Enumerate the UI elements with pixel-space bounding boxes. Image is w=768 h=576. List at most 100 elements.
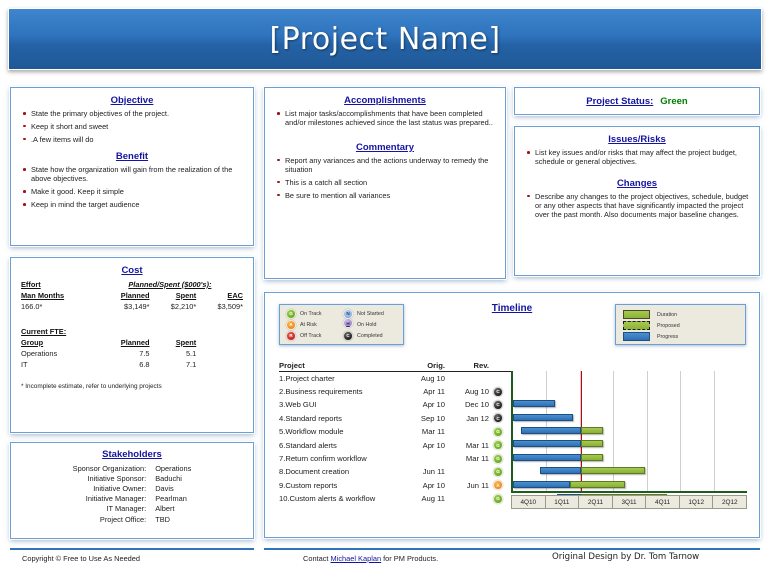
progress-swatch-icon (623, 332, 650, 341)
table-row: 2.Business requirements Apr 11 Aug 10 C (279, 385, 511, 398)
on-hold-icon: H (343, 318, 353, 328)
changes-list: Describe any changes to the project obje… (521, 192, 753, 220)
fte-col-spent: Spent (175, 338, 197, 347)
contact-suffix: for PM Products. (381, 554, 439, 563)
table-row: Project Office: TBD (73, 514, 192, 524)
fte-label: Current FTE: (21, 327, 67, 336)
project-status-icon-cell: G (489, 493, 511, 504)
gantt-bar (580, 467, 646, 475)
cost-footnote: * Incomplete estimate, refer to underlyi… (21, 383, 162, 390)
project-name: 8.Document creation (279, 467, 350, 477)
list-item: This is a catch all section (277, 178, 495, 187)
status-report-page: [Project Name] Objective State the prima… (0, 0, 768, 576)
legend-item: C Completed (343, 330, 384, 341)
val-man-months: 166.0* (21, 302, 43, 311)
table-row: 10.Custom alerts & workflow Aug 11 G (279, 492, 511, 505)
list-item: .A few items will do (23, 135, 243, 144)
status-g-icon: G (493, 466, 503, 477)
table-row: IT 6.8 7.1 (21, 359, 243, 370)
project-orig-date: Apr 11 (423, 387, 445, 397)
project-status-icon-cell: A (489, 480, 511, 491)
stakeholder-value: Pearlman (155, 494, 187, 504)
project-orig-date: Aug 10 (420, 373, 445, 383)
cost-table: Effort Planned/Spent ($000's): Man Month… (21, 279, 243, 370)
fte-group: Operations (21, 349, 58, 358)
val-planned: $3,149* (124, 302, 150, 311)
legend-item: Proposed (623, 320, 745, 331)
commentary-list: Report any variances and the actions und… (271, 156, 499, 200)
objective-list: State the primary objectives of the proj… (17, 109, 247, 144)
project-orig-date: Apr 10 (422, 440, 445, 450)
table-row: 7.Return confirm workflow Mar 11 G (279, 452, 511, 465)
benefit-list: State how the organization will gain fro… (17, 165, 247, 209)
contact-prefix: Contact (303, 554, 331, 563)
project-rev-date: Dec 10 (464, 400, 489, 410)
spacer-row (21, 312, 243, 326)
table-row: Initiative Manager: Pearlman (73, 494, 192, 504)
table-row: IT Manager: Albert (73, 504, 192, 514)
table-row: Group Planned Spent (21, 337, 243, 348)
cost-heading: Cost (121, 265, 143, 276)
issues-heading: Issues/Risks (608, 134, 666, 145)
completed-icon: C (343, 330, 353, 341)
table-header: Project Orig. Rev. (279, 361, 511, 372)
stakeholder-label: Initiative Owner: (93, 483, 147, 493)
copyright-text: Copyright © Free to Use As Needed (22, 554, 141, 563)
cost-panel: Cost Effort Planned/Spent ($000's): Man … (10, 257, 254, 433)
project-name: 1.Project charter (279, 373, 335, 383)
legend-label: On Track (300, 310, 322, 317)
gridline (646, 371, 648, 491)
gantt-bar (513, 413, 573, 421)
legend-label: On Hold (357, 321, 377, 328)
col-orig: Orig. (427, 361, 445, 370)
legend-label: Not Started (357, 310, 384, 317)
project-rev-date: Jan 12 (466, 413, 489, 423)
quarter-label: 2Q12 (713, 495, 748, 509)
changes-heading: Changes (616, 177, 658, 189)
stakeholder-label: Project Office: (99, 514, 147, 524)
quarter-axis: 4Q10 1Q11 2Q11 3Q11 4Q11 1Q12 2Q12 (511, 495, 748, 509)
fte-spent: 5.1 (185, 349, 197, 358)
duration-swatch-icon (623, 310, 650, 319)
gantt-bar (513, 400, 556, 408)
status-c-icon: C (493, 386, 503, 397)
accomplishments-list: List major tasks/accomplishments that ha… (271, 109, 499, 128)
timeline-panel: Timeline G On Track A At Risk R Off Trac… (264, 292, 760, 538)
quarter-label: 3Q11 (612, 495, 647, 509)
project-orig-date: Mar 11 (421, 427, 445, 437)
quarter-label: 4Q10 (511, 495, 546, 509)
project-orig-date: Jun 11 (422, 467, 445, 477)
objective-heading: Objective (110, 95, 154, 106)
legend-item: Progress (623, 331, 745, 342)
val-spent: $2,210* (170, 302, 197, 311)
gantt-bar (580, 427, 604, 434)
legend-item: Duration (623, 309, 745, 320)
status-badge: Green (660, 95, 688, 107)
contact-link[interactable]: Michael Kaplan (331, 554, 382, 563)
stakeholder-label: Sponsor Organization: (72, 463, 147, 473)
project-status-icon-cell: C (489, 399, 511, 410)
table-row: 166.0* $3,149* $2,210* $3,509* (21, 301, 243, 312)
gantt-bar (521, 427, 581, 434)
contact-text: Contact Michael Kaplan for PM Products. (303, 554, 438, 563)
stakeholder-value: Albert (155, 504, 175, 514)
project-name: 9.Custom reports (279, 480, 338, 490)
fte-group: IT (21, 360, 28, 369)
table-row: Man Months Planned Spent EAC (21, 290, 243, 301)
table-row: Sponsor Organization: Operations (73, 463, 192, 473)
gantt-bar (513, 440, 581, 448)
fte-col-planned: Planned (120, 338, 150, 347)
status-a-icon: A (493, 480, 503, 491)
project-name: 5.Workflow module (279, 427, 344, 437)
list-item: Report any variances and the actions und… (277, 156, 495, 175)
planned-spent-label: Planned/Spent ($000's): (128, 280, 212, 289)
legend-item: H On Hold (343, 318, 384, 330)
list-item: State how the organization will gain fro… (23, 165, 243, 184)
gantt-chart: 4Q10 1Q11 2Q11 3Q11 4Q11 1Q12 2Q12 (511, 371, 748, 509)
col-man-months: Man Months (21, 291, 65, 300)
stakeholder-value: Davis (155, 483, 174, 493)
commentary-heading: Commentary (355, 141, 415, 153)
project-orig-date: Aug 11 (421, 494, 445, 504)
project-status-icon-cell: G (489, 426, 511, 437)
fte-spent: 7.1 (185, 360, 197, 369)
